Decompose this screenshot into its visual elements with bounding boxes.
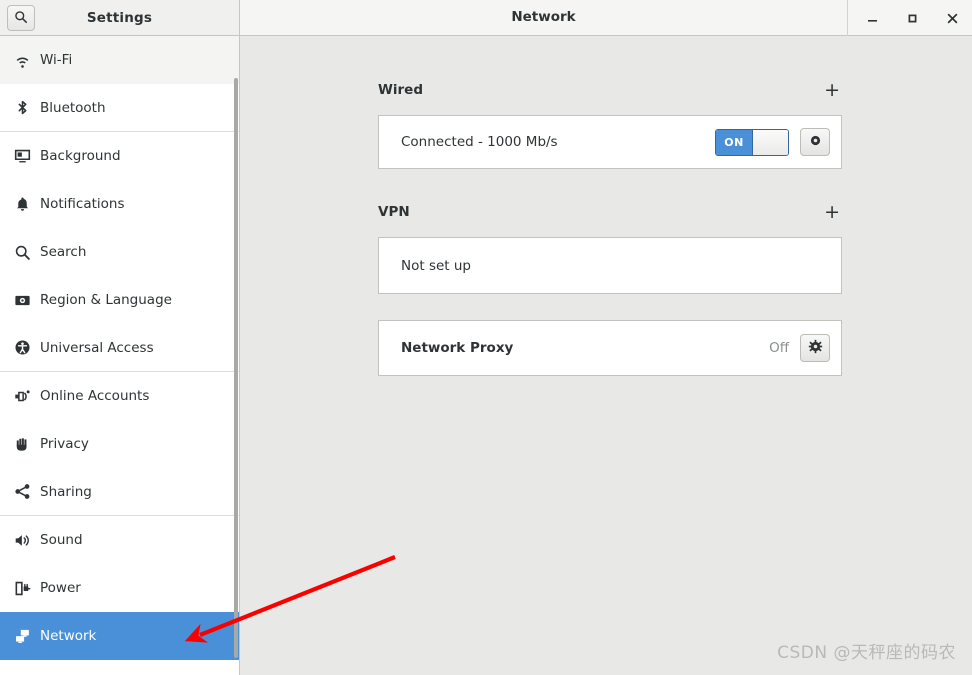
watermark: CSDN @天秤座的码农 (777, 643, 956, 663)
search-icon (14, 9, 28, 28)
search-icon (14, 244, 40, 261)
sidebar[interactable]: Wi-Fi Bluetooth Background Notifications… (0, 36, 240, 675)
settings-window: Settings Network Wi-Fi Bluetooth Backgro… (0, 0, 972, 675)
network-proxy-settings-button[interactable] (800, 334, 830, 362)
online-accounts-icon (14, 388, 40, 405)
maximize-icon (906, 12, 919, 25)
sidebar-item-wi-fi[interactable]: Wi-Fi (0, 36, 239, 84)
sidebar-item-label: Universal Access (40, 339, 154, 356)
sidebar-item-search[interactable]: Search (0, 228, 239, 276)
sidebar-item-bluetooth[interactable]: Bluetooth (0, 84, 239, 132)
share-icon (14, 483, 40, 500)
sidebar-item-label: Notifications (40, 196, 125, 212)
sidebar-item-power[interactable]: Power (0, 564, 239, 612)
network-icon (14, 628, 40, 645)
maximize-button[interactable] (892, 1, 932, 36)
sidebar-item-label: Sound (40, 532, 83, 548)
wired-heading: Wired (378, 82, 423, 98)
sidebar-item-universal-access[interactable]: Universal Access (0, 324, 239, 372)
sidebar-item-region-language[interactable]: Region & Language (0, 276, 239, 324)
network-proxy-card: Network Proxy Off (378, 320, 842, 376)
wired-settings-button[interactable] (800, 128, 830, 156)
search-button[interactable] (7, 5, 35, 31)
network-panel: Wired + Connected - 1000 Mb/s ON VPN + N… (241, 36, 972, 675)
network-proxy-status: Off (769, 340, 789, 356)
accessibility-icon (14, 339, 40, 356)
sidebar-item-sound[interactable]: Sound (0, 516, 239, 564)
close-button[interactable] (932, 1, 972, 36)
power-plug-icon (14, 580, 40, 597)
vpn-heading: VPN (378, 204, 410, 220)
settings-title: Settings (86, 9, 153, 26)
network-proxy-title: Network Proxy (401, 340, 514, 356)
speaker-icon (14, 532, 40, 549)
bluetooth-icon (14, 99, 40, 116)
wired-toggle-label: ON (716, 129, 752, 155)
content-header: Network (240, 0, 972, 36)
sidebar-item-background[interactable]: Background (0, 132, 239, 180)
sidebar-item-notifications[interactable]: Notifications (0, 180, 239, 228)
sidebar-item-label: Sharing (40, 483, 92, 500)
add-wired-button[interactable]: + (824, 81, 842, 100)
wired-row: Connected - 1000 Mb/s ON (379, 116, 841, 168)
titlebar: Settings Network (0, 0, 972, 36)
sidebar-item-label: Search (40, 244, 87, 260)
minimize-button[interactable] (852, 1, 892, 36)
sidebar-item-label: Bluetooth (40, 99, 106, 116)
wired-section-header: Wired + (378, 81, 842, 100)
sidebar-item-label: Power (40, 580, 81, 596)
wifi-icon (14, 52, 40, 69)
sidebar-scrollbar[interactable] (234, 78, 238, 658)
sidebar-item-label: Region & Language (40, 292, 172, 308)
sidebar-item-label: Network (40, 628, 97, 644)
hand-icon (14, 436, 40, 453)
sidebar-header: Settings (0, 0, 240, 36)
sidebar-item-label: Wi-Fi (40, 52, 73, 68)
background-icon (14, 148, 40, 165)
region-language-icon (14, 292, 40, 309)
network-proxy-row: Network Proxy Off (379, 321, 841, 375)
wired-toggle[interactable]: ON (715, 128, 789, 156)
sidebar-item-network[interactable]: Network (0, 612, 239, 660)
bell-icon (14, 196, 40, 213)
vpn-card: Not set up (378, 237, 842, 294)
minimize-icon (866, 12, 879, 25)
gear-icon (808, 133, 823, 152)
wired-card: Connected - 1000 Mb/s ON (378, 115, 842, 169)
add-vpn-button[interactable]: + (824, 203, 842, 222)
sidebar-item-sharing[interactable]: Sharing (0, 468, 239, 516)
sidebar-item-label: Background (40, 148, 121, 164)
sidebar-item-label: Privacy (40, 436, 89, 452)
sidebar-item-privacy[interactable]: Privacy (0, 420, 239, 468)
vpn-section-header: VPN + (378, 203, 842, 222)
vpn-status: Not set up (401, 257, 471, 274)
wired-status: Connected - 1000 Mb/s (401, 134, 558, 150)
gear-icon (808, 339, 823, 358)
sidebar-item-online-accounts[interactable]: Online Accounts (0, 372, 239, 420)
vpn-row: Not set up (379, 238, 841, 293)
close-icon (946, 12, 959, 25)
window-controls (847, 0, 972, 36)
sidebar-item-label: Online Accounts (40, 388, 150, 404)
wired-toggle-knob (752, 129, 788, 155)
